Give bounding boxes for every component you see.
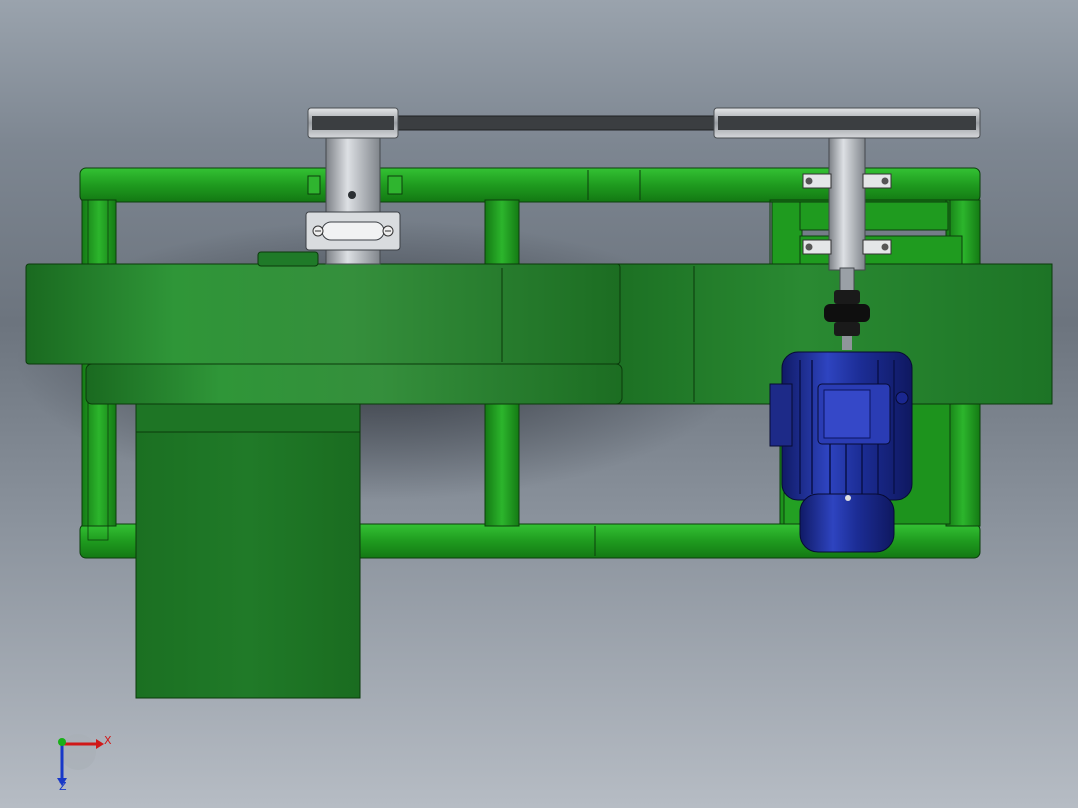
cad-viewport[interactable]: X Z (0, 0, 1078, 808)
motor-end-cap[interactable] (799, 493, 895, 553)
discharge-hopper[interactable] (135, 403, 361, 699)
housing-top-lug[interactable] (257, 251, 319, 267)
axis-z-label: Z (59, 780, 67, 793)
motor-terminal-box[interactable] (769, 383, 793, 447)
axis-y-dot (58, 738, 66, 746)
cad-model-scene[interactable]: X Z (0, 0, 1078, 808)
belt-drive[interactable] (307, 107, 981, 139)
axis-triad: X Z (57, 734, 112, 793)
motor-side-shaft[interactable] (828, 137, 866, 271)
axis-x-label: X (104, 734, 112, 747)
drum-upper-band[interactable] (25, 263, 621, 365)
drum-lower-band[interactable] (85, 363, 623, 405)
